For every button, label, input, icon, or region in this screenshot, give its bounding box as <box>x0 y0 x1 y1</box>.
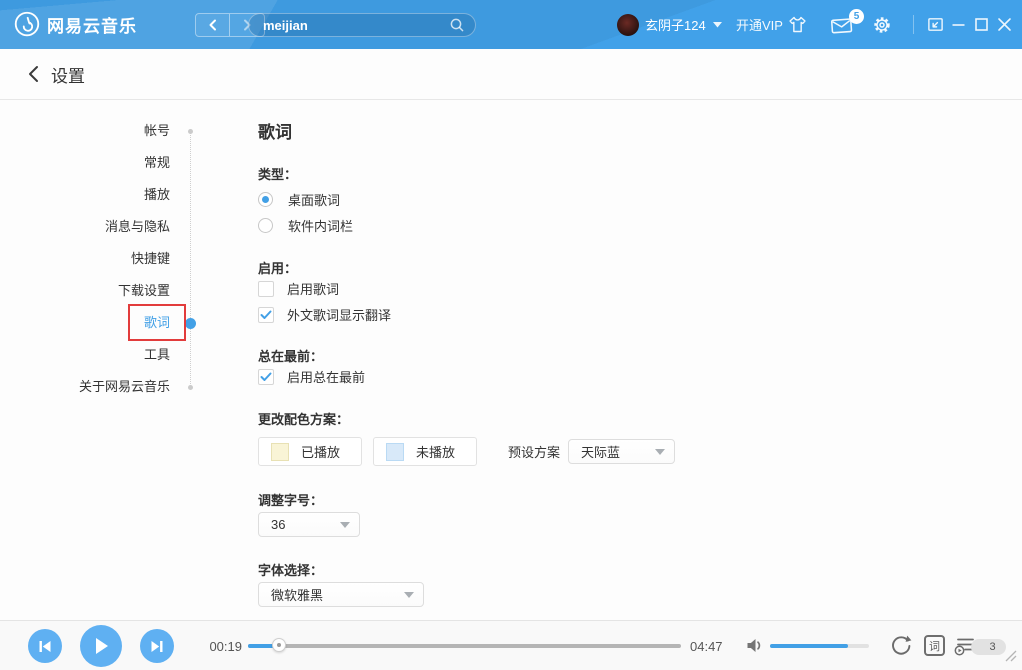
user-caret-icon[interactable] <box>713 0 722 49</box>
radio-label: 桌面歌词 <box>288 190 340 209</box>
annotation-red-box <box>128 304 186 341</box>
settings-gear-icon[interactable] <box>872 0 892 49</box>
elapsed-time: 00:19 <box>200 639 242 654</box>
settings-header: 设置 <box>0 49 1022 100</box>
type-label: 类型： <box>258 164 297 183</box>
enable-label: 启用： <box>258 258 297 277</box>
theme-shirt-icon[interactable] <box>787 0 808 49</box>
played-color-label: 已播放 <box>301 442 340 461</box>
chevron-down-icon <box>655 449 665 455</box>
mail-badge: 5 <box>849 9 864 24</box>
sidebar-item-tools[interactable]: 工具 <box>0 339 170 371</box>
lyrics-settings-panel: 歌词 类型： 桌面歌词 软件内词栏 启用： 启用歌词 外文歌词显示翻译 总在最前… <box>258 100 1022 620</box>
timeline-active-dot <box>185 318 196 329</box>
avatar[interactable] <box>617 14 639 36</box>
volume-fill <box>770 644 848 648</box>
topbar-separator <box>913 15 914 34</box>
preset-dropdown-value: 天际蓝 <box>581 442 655 461</box>
chevron-left-icon <box>27 65 40 83</box>
section-title: 歌词 <box>258 118 292 143</box>
maximize-icon[interactable] <box>974 0 989 49</box>
username[interactable]: 玄阴子124 <box>645 0 706 49</box>
next-track-button[interactable] <box>140 629 174 663</box>
minimize-icon[interactable] <box>951 0 966 49</box>
progress-bar[interactable] <box>248 644 681 648</box>
vip-link[interactable]: 开通VIP <box>736 0 783 49</box>
play-icon <box>93 637 109 655</box>
app-window: 网易云音乐 meijian 玄阴子124 开通VIP <box>0 0 1022 670</box>
played-color-swatch <box>271 443 289 461</box>
resize-grip[interactable] <box>1005 649 1017 667</box>
chevron-left-icon <box>206 18 220 32</box>
radio-label: 软件内词栏 <box>288 216 353 235</box>
sidebar-item-account[interactable]: 帐号 <box>0 115 170 147</box>
radio-inapp-lyrics[interactable]: 软件内词栏 <box>258 216 353 235</box>
mail-icon[interactable] <box>829 0 854 49</box>
player-bar: 00:19 04:47 词 3 <box>0 620 1022 670</box>
volume-slider[interactable] <box>770 644 869 648</box>
ontop-label: 总在最前： <box>258 346 323 365</box>
checkbox-label: 启用歌词 <box>287 279 339 298</box>
sidebar-item-playback[interactable]: 播放 <box>0 179 170 211</box>
loop-mode-icon[interactable] <box>889 634 913 663</box>
previous-icon <box>38 640 52 653</box>
font-label: 字体选择： <box>258 560 323 579</box>
lyrics-toggle-button[interactable]: 词 <box>924 635 945 656</box>
sidebar-item-privacy[interactable]: 消息与隐私 <box>0 211 170 243</box>
chevron-down-icon <box>340 522 350 528</box>
topbar: 网易云音乐 meijian 玄阴子124 开通VIP <box>0 0 1022 49</box>
app-title: 网易云音乐 <box>47 12 137 37</box>
unplayed-color-label: 未播放 <box>416 442 455 461</box>
volume-icon[interactable] <box>746 637 765 659</box>
unplayed-color-button[interactable]: 未播放 <box>373 437 477 466</box>
radio-icon[interactable] <box>258 192 273 207</box>
fontsize-dropdown-value: 36 <box>271 517 340 532</box>
sidebar-timeline <box>190 131 191 388</box>
checkbox-label: 启用总在最前 <box>287 367 365 386</box>
color-scheme-row: 已播放 未播放 预设方案 天际蓝 <box>258 437 675 466</box>
next-icon <box>150 640 164 653</box>
page-title: 设置 <box>51 62 85 87</box>
sidebar-item-hotkeys[interactable]: 快捷键 <box>0 243 170 275</box>
fontsize-dropdown[interactable]: 36 <box>258 512 360 537</box>
app-logo-icon <box>14 11 40 37</box>
checkbox-show-translation[interactable]: 外文歌词显示翻译 <box>258 305 391 324</box>
played-color-button[interactable]: 已播放 <box>258 437 362 466</box>
checkbox-icon-checked[interactable] <box>258 307 274 323</box>
progress-fill <box>248 644 278 648</box>
progress-handle[interactable] <box>272 638 286 652</box>
total-time: 04:47 <box>690 639 723 654</box>
close-icon[interactable] <box>997 0 1012 49</box>
checkbox-label: 外文歌词显示翻译 <box>287 305 391 324</box>
timeline-dot-bottom <box>188 385 193 390</box>
font-dropdown-value: 微软雅黑 <box>271 585 404 604</box>
mini-player-icon[interactable] <box>927 0 944 49</box>
preset-label: 预设方案 <box>508 442 560 461</box>
search-icon[interactable] <box>449 17 465 33</box>
checkbox-enable-lyrics[interactable]: 启用歌词 <box>258 279 339 298</box>
playlist-count-badge[interactable]: 3 <box>971 639 1006 655</box>
previous-track-button[interactable] <box>28 629 62 663</box>
sidebar-item-general[interactable]: 常规 <box>0 147 170 179</box>
radio-icon[interactable] <box>258 218 273 233</box>
sidebar-item-about[interactable]: 关于网易云音乐 <box>0 371 170 403</box>
settings-back-button[interactable] <box>27 65 40 83</box>
radio-desktop-lyrics[interactable]: 桌面歌词 <box>258 190 340 209</box>
checkbox-always-on-top[interactable]: 启用总在最前 <box>258 367 365 386</box>
color-scheme-label: 更改配色方案： <box>258 409 349 428</box>
timeline-dot-top <box>188 129 193 134</box>
chevron-down-icon <box>404 592 414 598</box>
sidebar-item-download[interactable]: 下载设置 <box>0 275 170 307</box>
checkbox-icon[interactable] <box>258 281 274 297</box>
search-input[interactable]: meijian <box>263 18 449 33</box>
app-logo: 网易云音乐 <box>14 11 137 37</box>
search-box[interactable]: meijian <box>248 13 476 37</box>
unplayed-color-swatch <box>386 443 404 461</box>
fontsize-label: 调整字号： <box>258 490 323 509</box>
back-button[interactable] <box>196 14 230 36</box>
checkbox-icon-checked[interactable] <box>258 369 274 385</box>
preset-dropdown[interactable]: 天际蓝 <box>568 439 675 464</box>
play-button[interactable] <box>80 625 122 667</box>
font-dropdown[interactable]: 微软雅黑 <box>258 582 424 607</box>
